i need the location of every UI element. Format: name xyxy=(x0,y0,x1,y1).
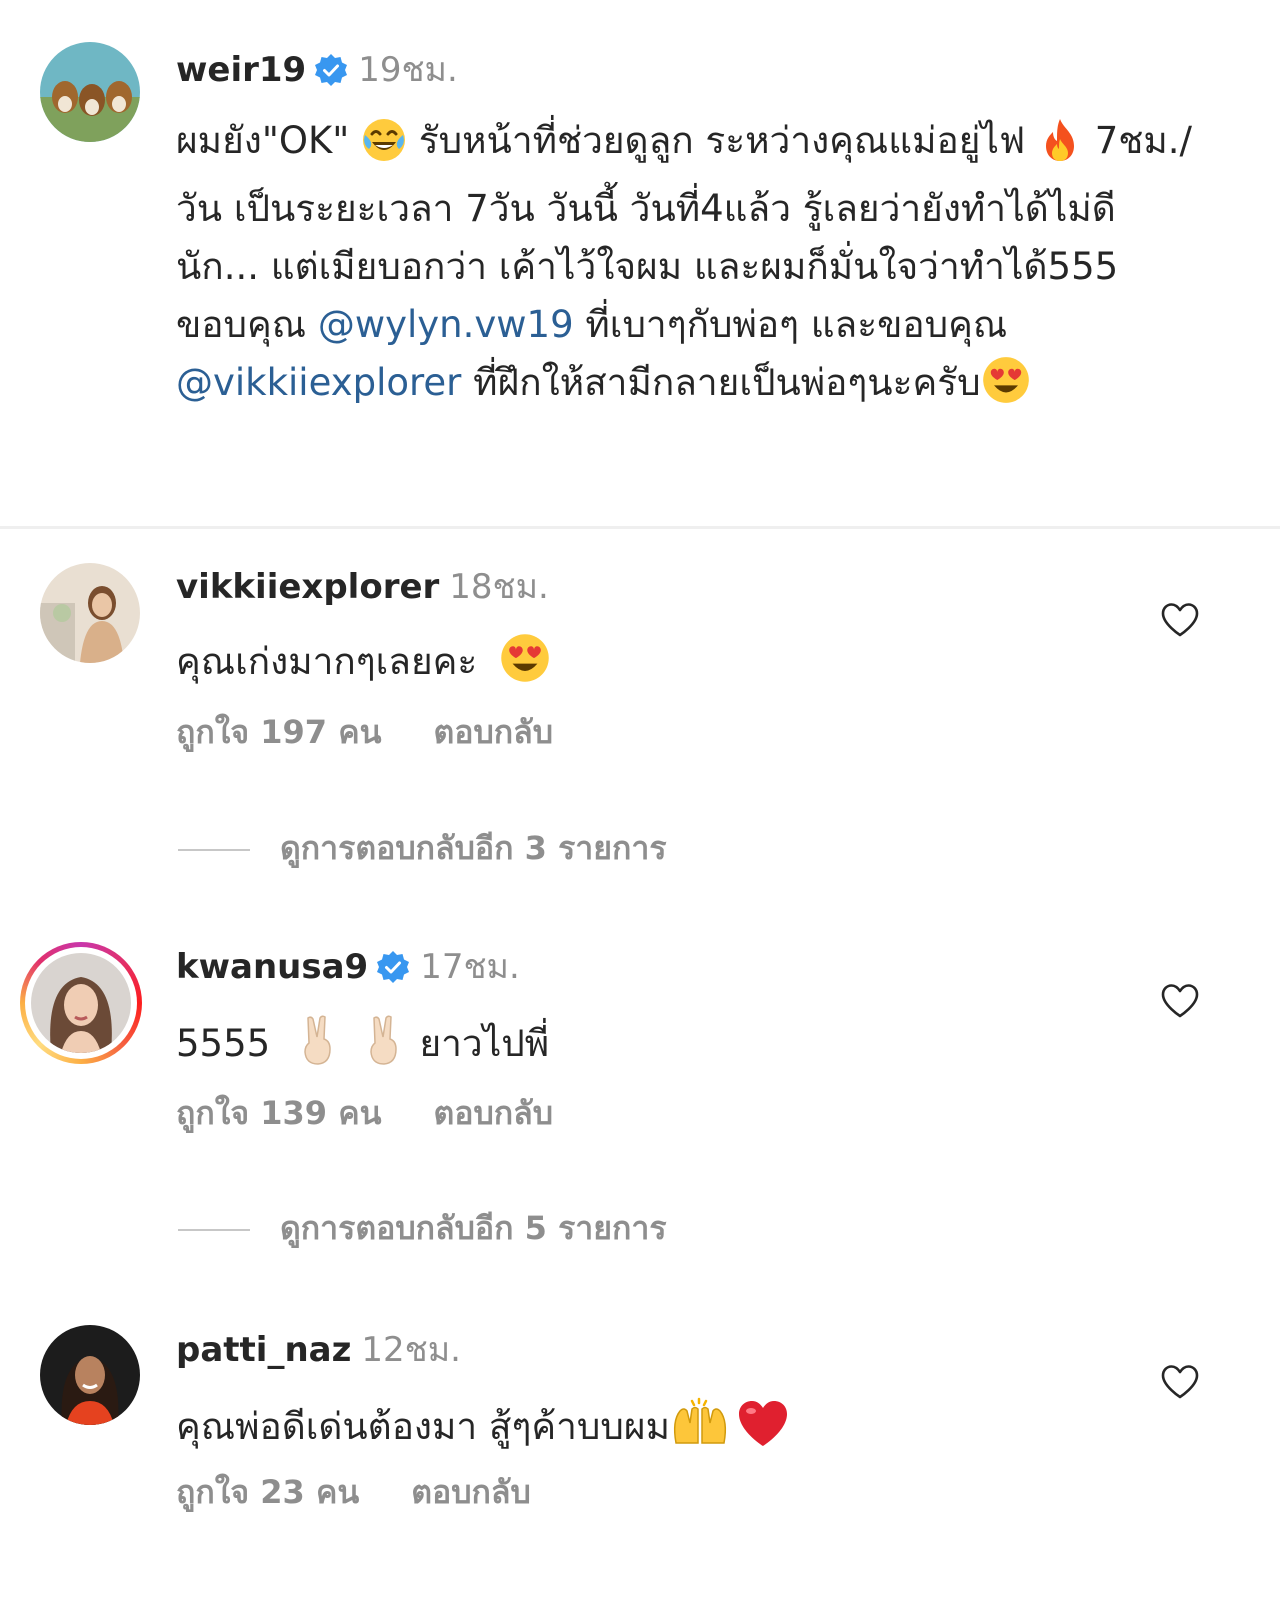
post-header: weir19 19ชม. xyxy=(176,50,458,90)
likes-count-link[interactable]: ถูกใจ 23 คน xyxy=(176,1473,359,1511)
view-replies-label[interactable]: ดูการตอบกลับอีก 5 รายการ xyxy=(280,1209,667,1247)
commenter-username[interactable]: kwanusa9 xyxy=(176,947,368,987)
post-username[interactable]: weir19 xyxy=(176,50,306,90)
commenter-avatar-vikkiiexplorer[interactable] xyxy=(40,563,140,663)
comment-time: 18ชม. xyxy=(449,567,549,607)
reply-button[interactable]: ตอบกลับ xyxy=(433,1094,553,1132)
raising-hands-emoji xyxy=(670,1393,730,1461)
commenter-avatar-patti_naz[interactable] xyxy=(40,1325,140,1425)
comment-text: คุณพ่อดีเด่นต้องมา สู้ๆค้าบบผม xyxy=(176,1405,670,1448)
comment-text: คุณเก่งมากๆเลยคะ xyxy=(176,640,478,683)
caption-text-2: รับหน้าที่ช่วยดูลูก ระหว่างคุณแม่อยู่ไฟ xyxy=(418,119,1026,162)
commenter-username[interactable]: vikkiiexplorer xyxy=(176,567,439,607)
reply-thread-line xyxy=(178,1229,250,1231)
heart-outline-icon[interactable] xyxy=(1160,983,1200,1019)
victory-hand-emoji xyxy=(296,1012,342,1078)
mention-link-wylyn[interactable]: @wylyn.vw19 xyxy=(318,303,574,346)
heart-outline-icon[interactable] xyxy=(1160,1364,1200,1400)
comments-screen: weir19 19ชม. ผมยัง"OK" รับหน้าที่ช่วยดูลู… xyxy=(0,0,1280,1607)
mention-link-vikkiiexplorer[interactable]: @vikkiiexplorer xyxy=(176,361,461,404)
red-heart-emoji xyxy=(736,1399,790,1461)
comment-meta-kwanusa9: ถูกใจ 139 คน ตอบกลับ xyxy=(176,1093,553,1133)
heart-eyes-emoji xyxy=(499,632,551,696)
post-caption: ผมยัง"OK" รับหน้าที่ช่วยดูลูก ระหว่างคุณ… xyxy=(176,112,1196,422)
heart-outline-icon[interactable] xyxy=(1160,602,1200,638)
comment-text-start: 5555 xyxy=(176,1022,271,1065)
caption-divider xyxy=(0,526,1280,529)
likes-count-link[interactable]: ถูกใจ 139 คน xyxy=(176,1094,381,1132)
view-replies-vikkiiexplorer[interactable]: ดูการตอบกลับอีก 3 รายการ xyxy=(178,828,667,868)
heart-eyes-emoji xyxy=(981,355,1031,422)
comment-meta-vikkiiexplorer: ถูกใจ 197 คน ตอบกลับ xyxy=(176,712,553,752)
tears-of-joy-emoji xyxy=(361,117,407,180)
comment-text-patti_naz: คุณพ่อดีเด่นต้องมา สู้ๆค้าบบผม xyxy=(176,1393,790,1461)
story-ring-kwanusa9[interactable] xyxy=(20,942,142,1064)
comment-header-kwanusa9: kwanusa9 17ชม. xyxy=(176,947,520,987)
comment-header-vikkiiexplorer: vikkiiexplorer 18ชม. xyxy=(176,567,549,607)
comment-text-vikkiiexplorer: คุณเก่งมากๆเลยคะ xyxy=(176,632,551,696)
caption-text-1: ผมยัง"OK" xyxy=(176,119,350,162)
view-replies-kwanusa9[interactable]: ดูการตอบกลับอีก 5 รายการ xyxy=(178,1208,667,1248)
reply-button[interactable]: ตอบกลับ xyxy=(433,713,553,751)
verified-badge-icon xyxy=(314,53,348,87)
commenter-username[interactable]: patti_naz xyxy=(176,1330,351,1370)
reply-button[interactable]: ตอบกลับ xyxy=(411,1473,531,1511)
comment-time: 12ชม. xyxy=(361,1330,461,1370)
caption-text-5: ที่ฝึกให้สามีกลายเป็นพ่อๆนะครับ xyxy=(473,361,981,404)
verified-badge-icon xyxy=(376,950,410,984)
comment-meta-patti_naz: ถูกใจ 23 คน ตอบกลับ xyxy=(176,1472,531,1512)
likes-count-link[interactable]: ถูกใจ 197 คน xyxy=(176,713,381,751)
fire-emoji xyxy=(1037,117,1083,180)
caption-text-4: ที่เบาๆกับพ่อๆ และขอบคุณ xyxy=(585,303,1008,346)
view-replies-label[interactable]: ดูการตอบกลับอีก 3 รายการ xyxy=(280,829,667,867)
reply-thread-line xyxy=(178,849,250,851)
post-time: 19ชม. xyxy=(358,50,458,90)
comment-header-patti_naz: patti_naz 12ชม. xyxy=(176,1330,461,1370)
comment-time: 17ชม. xyxy=(420,947,520,987)
victory-hand-emoji xyxy=(362,1012,408,1078)
commenter-avatar-kwanusa9[interactable] xyxy=(31,953,131,1053)
post-author-avatar[interactable] xyxy=(40,42,140,142)
comment-text-end: ยาวไปพี่ xyxy=(419,1022,550,1065)
comment-text-kwanusa9: 5555 ยาวไปพี่ xyxy=(176,1012,549,1078)
